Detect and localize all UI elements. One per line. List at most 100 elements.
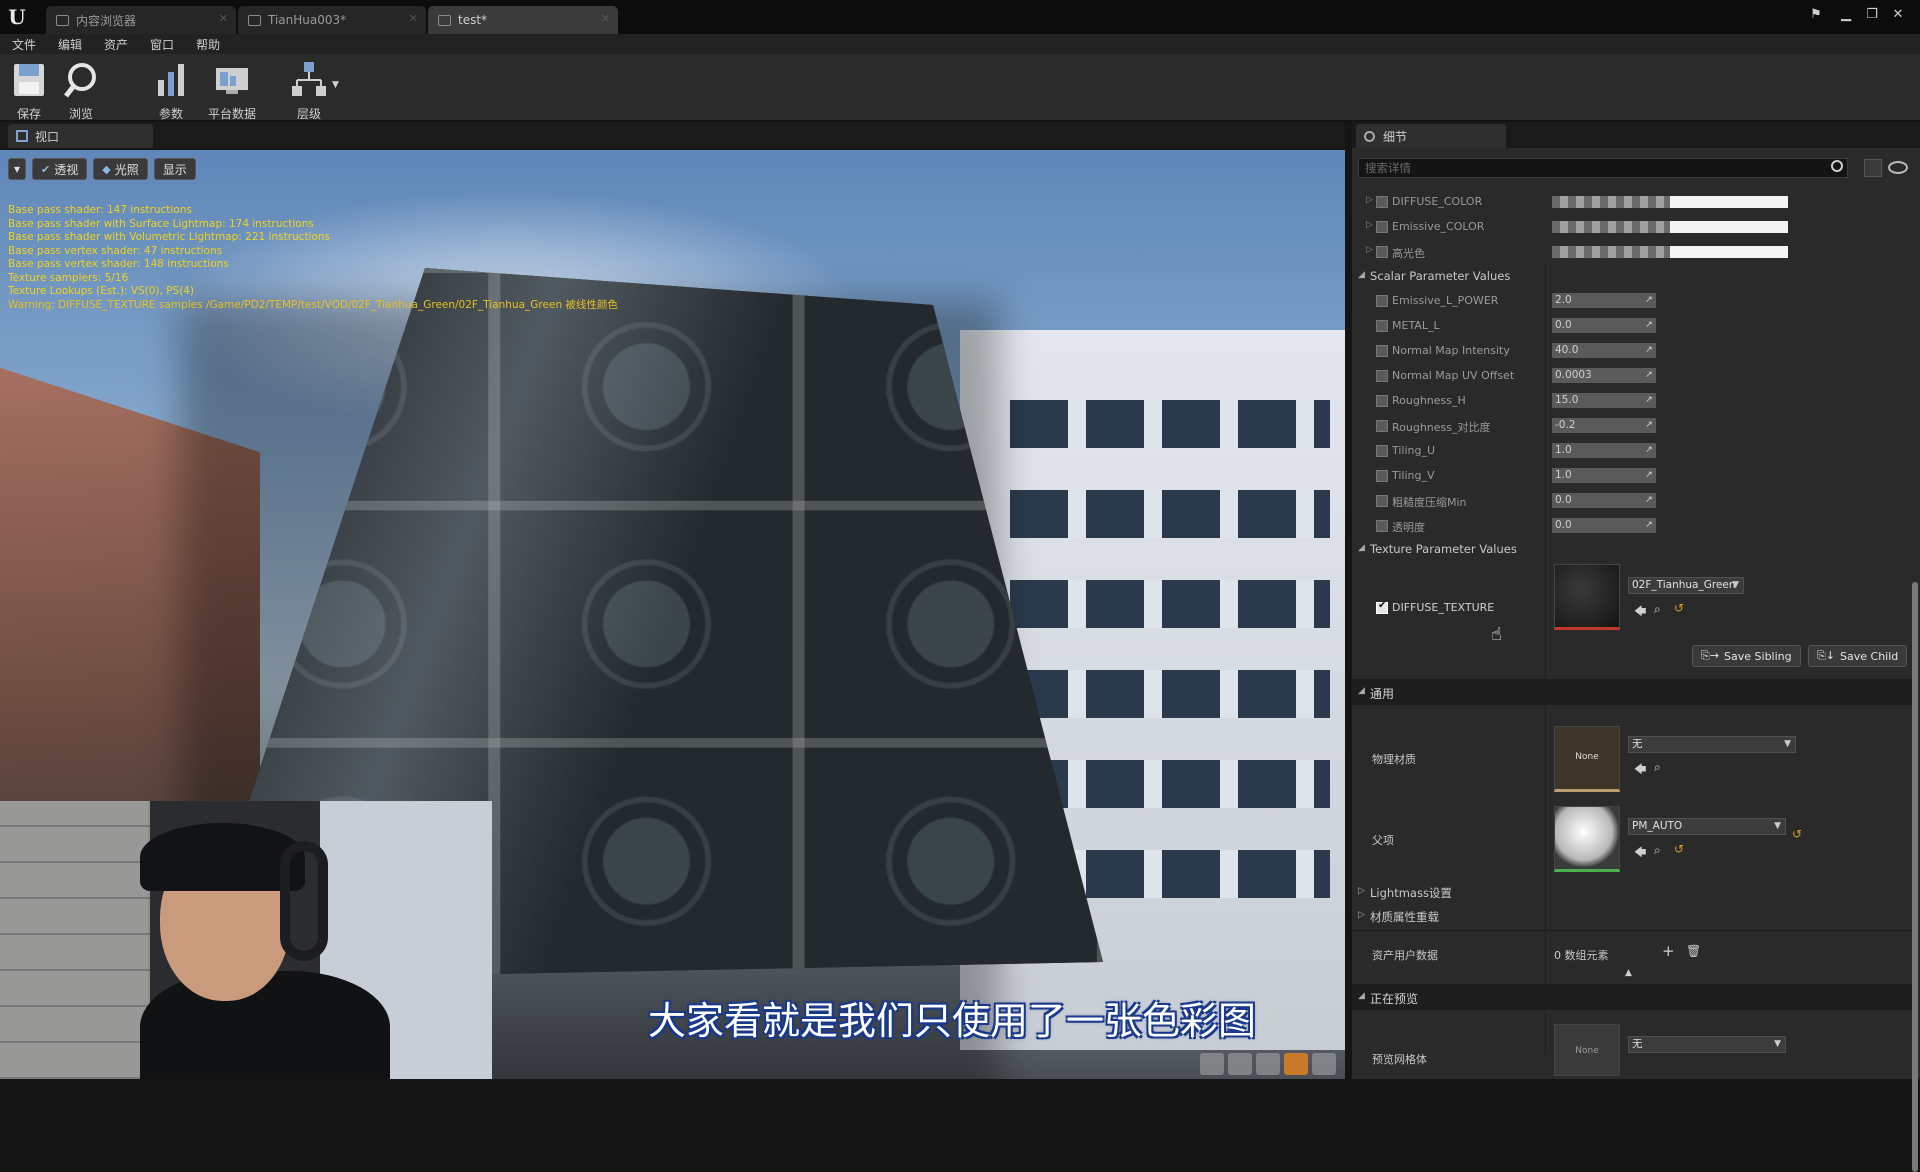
save-button[interactable]: 保存	[8, 60, 50, 122]
param-checkbox[interactable]	[1376, 221, 1388, 233]
playback-icon[interactable]	[1228, 1053, 1252, 1075]
param-value-field[interactable]: 0.0	[1552, 318, 1656, 333]
params-button[interactable]: 参数	[150, 60, 192, 122]
param-value-field[interactable]: 40.0	[1552, 343, 1656, 358]
texture-section-header[interactable]: ◢ Texture Parameter Values	[1352, 539, 1920, 559]
eye-icon[interactable]	[1888, 161, 1908, 174]
search-icon[interactable]	[1831, 160, 1843, 172]
menu-help[interactable]: 帮助	[196, 36, 220, 53]
realtime-icon[interactable]	[1284, 1053, 1308, 1075]
menu-edit[interactable]: 编辑	[58, 36, 82, 53]
browse-button[interactable]: 浏览	[60, 60, 102, 122]
tab-content-browser[interactable]: 内容浏览器 ✕	[46, 6, 236, 34]
param-value-field[interactable]: 15.0	[1552, 393, 1656, 408]
perspective-button[interactable]: ✔ 透视	[32, 158, 88, 180]
previewing-category-header[interactable]: ◢ 正在预览	[1352, 984, 1912, 1010]
param-value-field[interactable]: 0.0003	[1552, 368, 1656, 383]
material-override-section-header[interactable]: ▷ 材质属性重载	[1352, 906, 1920, 926]
spin-icon[interactable]: ↗	[1642, 343, 1656, 358]
show-button[interactable]: 显示	[153, 158, 196, 180]
browse-magnifier-icon[interactable]: ⌕	[1654, 843, 1661, 858]
param-checkbox[interactable]	[1376, 246, 1388, 258]
use-selected-arrow-icon[interactable]: 🡄	[1634, 602, 1646, 623]
tab-test[interactable]: test* ✕	[428, 6, 618, 34]
delete-icon[interactable]: 🗑	[1686, 944, 1701, 958]
menu-window[interactable]: 窗口	[150, 36, 174, 53]
feedback-icon[interactable]: ⚑	[1804, 6, 1828, 24]
spin-icon[interactable]: ↗	[1642, 493, 1656, 508]
view-options-button[interactable]	[1864, 159, 1882, 177]
param-value-field[interactable]: 1.0	[1552, 443, 1656, 458]
close-icon[interactable]: ✕	[601, 12, 610, 25]
spin-icon[interactable]: ↗	[1642, 518, 1656, 533]
use-selected-arrow-icon[interactable]: 🡄	[1634, 760, 1646, 781]
param-value-field[interactable]: 2.0	[1552, 293, 1656, 308]
parent-material-combo[interactable]: PM_AUTO ▼	[1628, 818, 1786, 835]
preview-mesh-thumbnail[interactable]: None	[1554, 1024, 1620, 1076]
use-selected-arrow-icon[interactable]: 🡄	[1634, 843, 1646, 864]
phys-material-combo[interactable]: 无 ▼	[1628, 736, 1796, 753]
param-checkbox[interactable]	[1376, 495, 1388, 507]
param-checkbox[interactable]	[1376, 445, 1388, 457]
color-swatch[interactable]	[1552, 221, 1788, 233]
hierarchy-dropdown-icon[interactable]: ▼	[332, 80, 339, 90]
expand-arrow-icon[interactable]: ▷	[1366, 195, 1373, 205]
save-child-button[interactable]: ⎘↓ Save Child	[1808, 645, 1908, 667]
spin-icon[interactable]: ↗	[1642, 393, 1656, 408]
spin-icon[interactable]: ↗	[1642, 443, 1656, 458]
param-checkbox[interactable]	[1376, 420, 1388, 432]
texture-asset-combo[interactable]: 02F_Tianhua_Green ▼	[1628, 577, 1744, 594]
tab-viewport[interactable]: 视口	[8, 124, 153, 148]
minimize-icon[interactable]: ▁	[1834, 6, 1858, 24]
close-icon[interactable]: ✕	[409, 12, 418, 25]
add-element-icon[interactable]: +	[1662, 942, 1675, 960]
tab-details[interactable]: 细节	[1356, 124, 1506, 148]
color-swatch[interactable]	[1552, 246, 1788, 258]
details-scrollbar[interactable]	[1912, 582, 1918, 1172]
param-checkbox[interactable]	[1376, 295, 1388, 307]
texture-thumbnail[interactable]	[1554, 564, 1620, 630]
close-icon[interactable]: ✕	[219, 12, 228, 25]
reset-icon[interactable]: ↺	[1674, 601, 1684, 615]
spin-icon[interactable]: ↗	[1642, 418, 1656, 433]
param-checkbox[interactable]	[1376, 345, 1388, 357]
param-checkbox[interactable]	[1376, 370, 1388, 382]
scalar-section-header[interactable]: ◢ Scalar Parameter Values	[1352, 266, 1920, 286]
column-splitter[interactable]	[1545, 264, 1546, 1054]
browse-magnifier-icon[interactable]: ⌕	[1654, 760, 1661, 775]
spin-icon[interactable]: ↗	[1642, 468, 1656, 483]
menu-file[interactable]: 文件	[12, 36, 36, 53]
param-checkbox[interactable]	[1376, 600, 1388, 614]
hierarchy-button[interactable]: 层级	[288, 60, 330, 122]
parent-material-thumbnail[interactable]	[1554, 806, 1620, 872]
param-value-field[interactable]: 0.0	[1552, 518, 1656, 533]
search-details-input[interactable]	[1358, 158, 1848, 178]
param-checkbox[interactable]	[1376, 395, 1388, 407]
expand-arrow-icon[interactable]: ▷	[1366, 220, 1373, 230]
color-swatch[interactable]	[1552, 196, 1788, 208]
playback-icon[interactable]	[1312, 1053, 1336, 1075]
close-window-icon[interactable]: ✕	[1886, 6, 1910, 24]
param-value-field[interactable]: 0.0	[1552, 493, 1656, 508]
param-checkbox[interactable]	[1376, 520, 1388, 532]
param-checkbox[interactable]	[1376, 470, 1388, 482]
spin-icon[interactable]: ↗	[1642, 318, 1656, 333]
lightmass-section-header[interactable]: ▷ Lightmass设置	[1352, 882, 1920, 902]
spin-icon[interactable]: ↗	[1642, 368, 1656, 383]
reset-icon[interactable]: ↺	[1792, 827, 1802, 841]
param-value-field[interactable]: 1.0	[1552, 468, 1656, 483]
preview-mesh-combo[interactable]: 无 ▼	[1628, 1036, 1786, 1053]
general-category-header[interactable]: ◢ 通用	[1352, 679, 1912, 705]
save-sibling-button[interactable]: ⎘→ Save Sibling	[1692, 645, 1801, 667]
playback-icon[interactable]	[1200, 1053, 1224, 1075]
maximize-icon[interactable]: ❐	[1860, 6, 1884, 24]
tab-tianhua003[interactable]: TianHua003* ✕	[238, 6, 426, 34]
param-value-field[interactable]: -0.2	[1552, 418, 1656, 433]
collapse-arrow-icon[interactable]: ▲	[1625, 968, 1632, 978]
menu-asset[interactable]: 资产	[104, 36, 128, 53]
phys-material-thumbnail[interactable]: None	[1554, 726, 1620, 792]
platform-data-button[interactable]: 平台数据	[204, 60, 260, 122]
playback-icon[interactable]	[1256, 1053, 1280, 1075]
param-checkbox[interactable]	[1376, 196, 1388, 208]
param-checkbox[interactable]	[1376, 320, 1388, 332]
